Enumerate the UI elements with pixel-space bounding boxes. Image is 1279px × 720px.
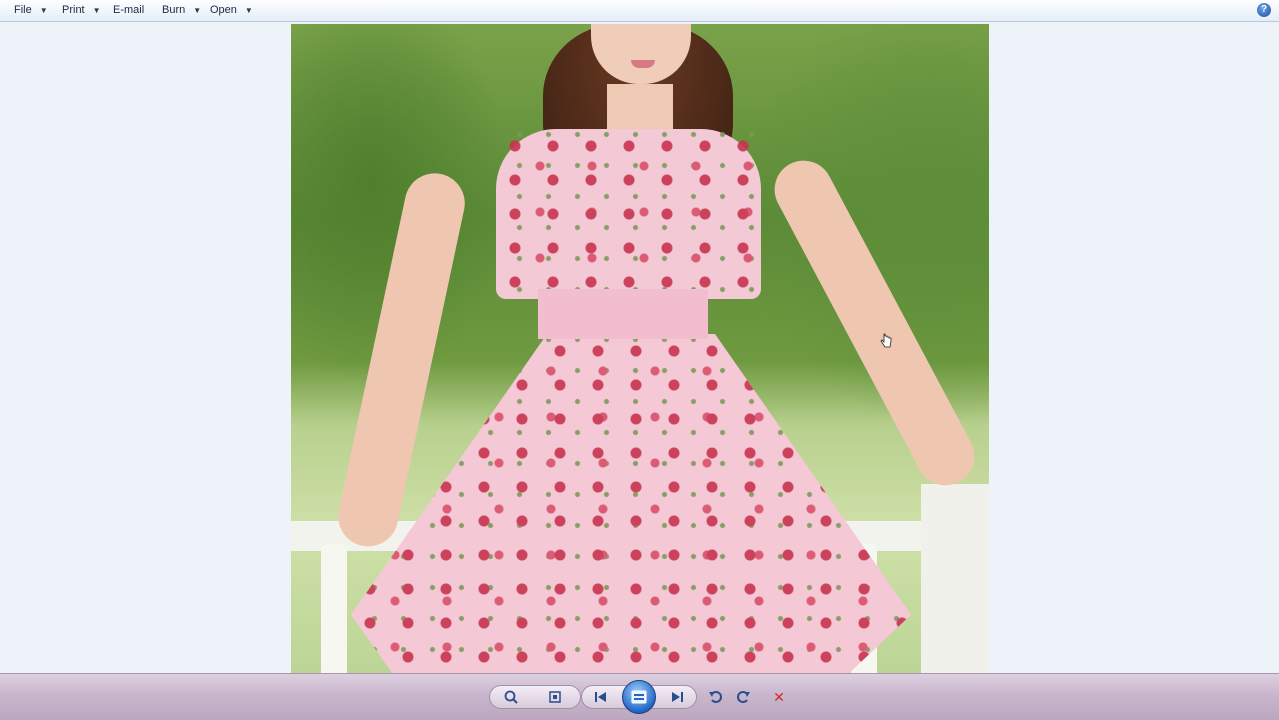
- file-menu[interactable]: File ▼: [14, 0, 48, 21]
- dress-skirt: [351, 334, 911, 673]
- file-menu-label: File: [14, 4, 32, 16]
- displayed-photo: [291, 24, 989, 673]
- right-arm: [764, 150, 985, 496]
- dropdown-arrow-icon: ▼: [39, 6, 48, 15]
- dress-bodice: [496, 129, 761, 299]
- image-viewer: [0, 22, 1279, 673]
- railing-corner: [921, 484, 989, 673]
- bottom-toolbar: ✕: [0, 673, 1279, 720]
- zoom-group: [489, 685, 581, 709]
- dropdown-arrow-icon: ▼: [92, 6, 101, 15]
- help-icon[interactable]: ?: [1257, 3, 1271, 17]
- delete-icon[interactable]: ✕: [766, 686, 792, 708]
- dropdown-arrow-icon: ▼: [193, 6, 202, 15]
- rotate-clockwise-icon[interactable]: [730, 686, 756, 708]
- floral-pattern: [351, 334, 911, 673]
- email-button-label: E-mail: [113, 4, 145, 16]
- burn-menu-label: Burn: [162, 4, 186, 16]
- burn-menu[interactable]: Burn ▼: [162, 0, 201, 21]
- print-menu[interactable]: Print ▼: [62, 0, 101, 21]
- rotate-counterclockwise-icon[interactable]: [703, 686, 729, 708]
- slideshow-icon[interactable]: [622, 680, 656, 714]
- menu-bar: File ▼ Print ▼ E-mail Burn ▼ Open ▼ ?: [0, 0, 1279, 22]
- next-icon[interactable]: [664, 686, 690, 708]
- floral-pattern: [496, 129, 761, 299]
- open-menu[interactable]: Open ▼: [210, 0, 253, 21]
- print-menu-label: Print: [62, 4, 85, 16]
- dress-belt: [538, 289, 708, 339]
- railing-post: [321, 544, 347, 673]
- open-menu-label: Open: [210, 4, 237, 16]
- previous-icon[interactable]: [588, 686, 614, 708]
- dropdown-arrow-icon: ▼: [244, 6, 253, 15]
- hand-cursor-icon: [880, 333, 892, 348]
- actual-size-icon[interactable]: [542, 686, 568, 708]
- email-button[interactable]: E-mail: [113, 0, 144, 21]
- zoom-icon[interactable]: [498, 686, 524, 708]
